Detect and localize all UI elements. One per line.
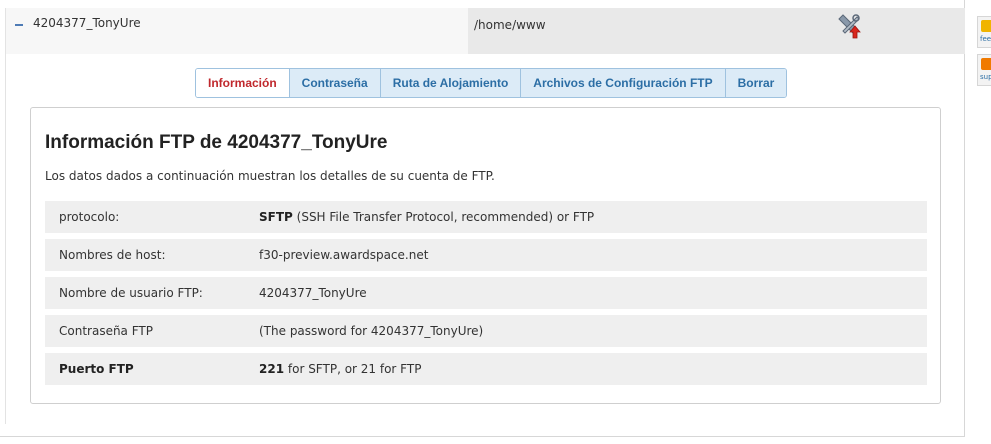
row-label: protocolo: (59, 210, 120, 224)
account-name: 4204377_TonyUre (33, 16, 141, 30)
row-value: 221 for SFTP, or 21 for FTP (259, 362, 422, 376)
feedback-widget[interactable]: fee (977, 16, 991, 48)
ftp-tabs: Información Contraseña Ruta de Alojamien… (195, 68, 788, 98)
info-row-username: Nombre de usuario FTP: 4204377_TonyUre (45, 277, 927, 309)
row-value: f30-preview.awardspace.net (259, 248, 429, 262)
info-row-port: Puerto FTP 221 for SFTP, or 21 for FTP (45, 353, 927, 385)
tab-informacion[interactable]: Información (196, 69, 289, 97)
feedback-icon (981, 20, 991, 32)
ftp-info-panel: Información FTP de 4204377_TonyUre Los d… (30, 107, 941, 404)
row-value: (The password for 4204377_TonyUre) (259, 324, 484, 338)
row-label: Nombres de host: (59, 248, 166, 262)
tab-ruta-alojamiento[interactable]: Ruta de Alojamiento (379, 69, 521, 97)
info-row-hostname: Nombres de host: f30-preview.awardspace.… (45, 239, 927, 271)
tools-upload-icon[interactable] (836, 14, 862, 40)
minus-icon[interactable] (15, 24, 23, 26)
panel-description: Los datos dados a continuación muestran … (45, 169, 495, 183)
row-label: Nombre de usuario FTP: (59, 286, 203, 300)
tab-archivos-configuracion[interactable]: Archivos de Configuración FTP (520, 69, 725, 97)
row-label: Puerto FTP (59, 362, 134, 376)
panel-title: Información FTP de 4204377_TonyUre (45, 132, 388, 153)
info-row-protocol: protocolo: SFTP (SSH File Transfer Proto… (45, 201, 927, 233)
row-value: 4204377_TonyUre (259, 286, 367, 300)
tab-borrar[interactable]: Borrar (724, 69, 787, 97)
row-value: SFTP (SSH File Transfer Protocol, recomm… (259, 210, 595, 224)
row-label: Contraseña FTP (59, 324, 153, 338)
tab-contrasena[interactable]: Contraseña (288, 69, 380, 97)
info-row-password: Contraseña FTP (The password for 4204377… (45, 315, 927, 347)
support-icon (981, 58, 991, 70)
support-widget[interactable]: sup (977, 54, 991, 86)
account-path: /home/www (474, 18, 546, 32)
